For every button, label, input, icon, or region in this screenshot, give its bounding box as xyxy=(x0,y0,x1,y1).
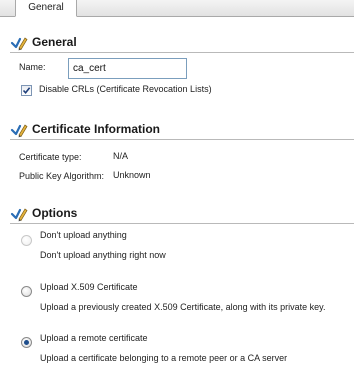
tab-general[interactable]: General xyxy=(15,0,77,17)
pencil-check-icon xyxy=(10,206,28,222)
pencil-check-icon xyxy=(10,122,28,138)
disable-crls-checkbox[interactable] xyxy=(21,85,32,96)
option-x509-label: Upload X.509 Certificate xyxy=(40,282,138,292)
option-remote-label: Upload a remote certificate xyxy=(40,333,148,343)
checkmark-icon xyxy=(22,87,31,95)
option-x509-radio[interactable] xyxy=(21,286,32,297)
key-algorithm-value: Unknown xyxy=(113,170,151,180)
tab-bar: General xyxy=(0,0,354,17)
option-none-radio[interactable] xyxy=(21,235,32,246)
key-algorithm-label: Public Key Algorithm: xyxy=(19,171,105,181)
option-none-label: Don't upload anything xyxy=(40,230,127,240)
disable-crls-label: Disable CRLs (Certificate Revocation Lis… xyxy=(39,84,212,94)
name-field[interactable] xyxy=(68,58,187,79)
section-title-cert-info: Certificate Information xyxy=(32,122,161,136)
section-header-general: General xyxy=(10,33,354,53)
cert-type-label: Certificate type: xyxy=(19,152,82,162)
section-title-options: Options xyxy=(32,206,78,220)
option-x509-description: Upload a previously created X.509 Certif… xyxy=(40,302,326,312)
section-title-general: General xyxy=(32,35,77,49)
section-header-cert-info: Certificate Information xyxy=(10,120,354,140)
cert-type-value: N/A xyxy=(113,151,129,161)
pencil-check-icon xyxy=(10,35,28,51)
option-none-description: Don't upload anything right now xyxy=(40,250,166,260)
option-remote-radio[interactable] xyxy=(21,337,32,348)
option-remote-description: Upload a certificate belonging to a remo… xyxy=(40,353,288,363)
section-header-options: Options xyxy=(10,204,354,224)
name-label: Name: xyxy=(19,62,46,72)
